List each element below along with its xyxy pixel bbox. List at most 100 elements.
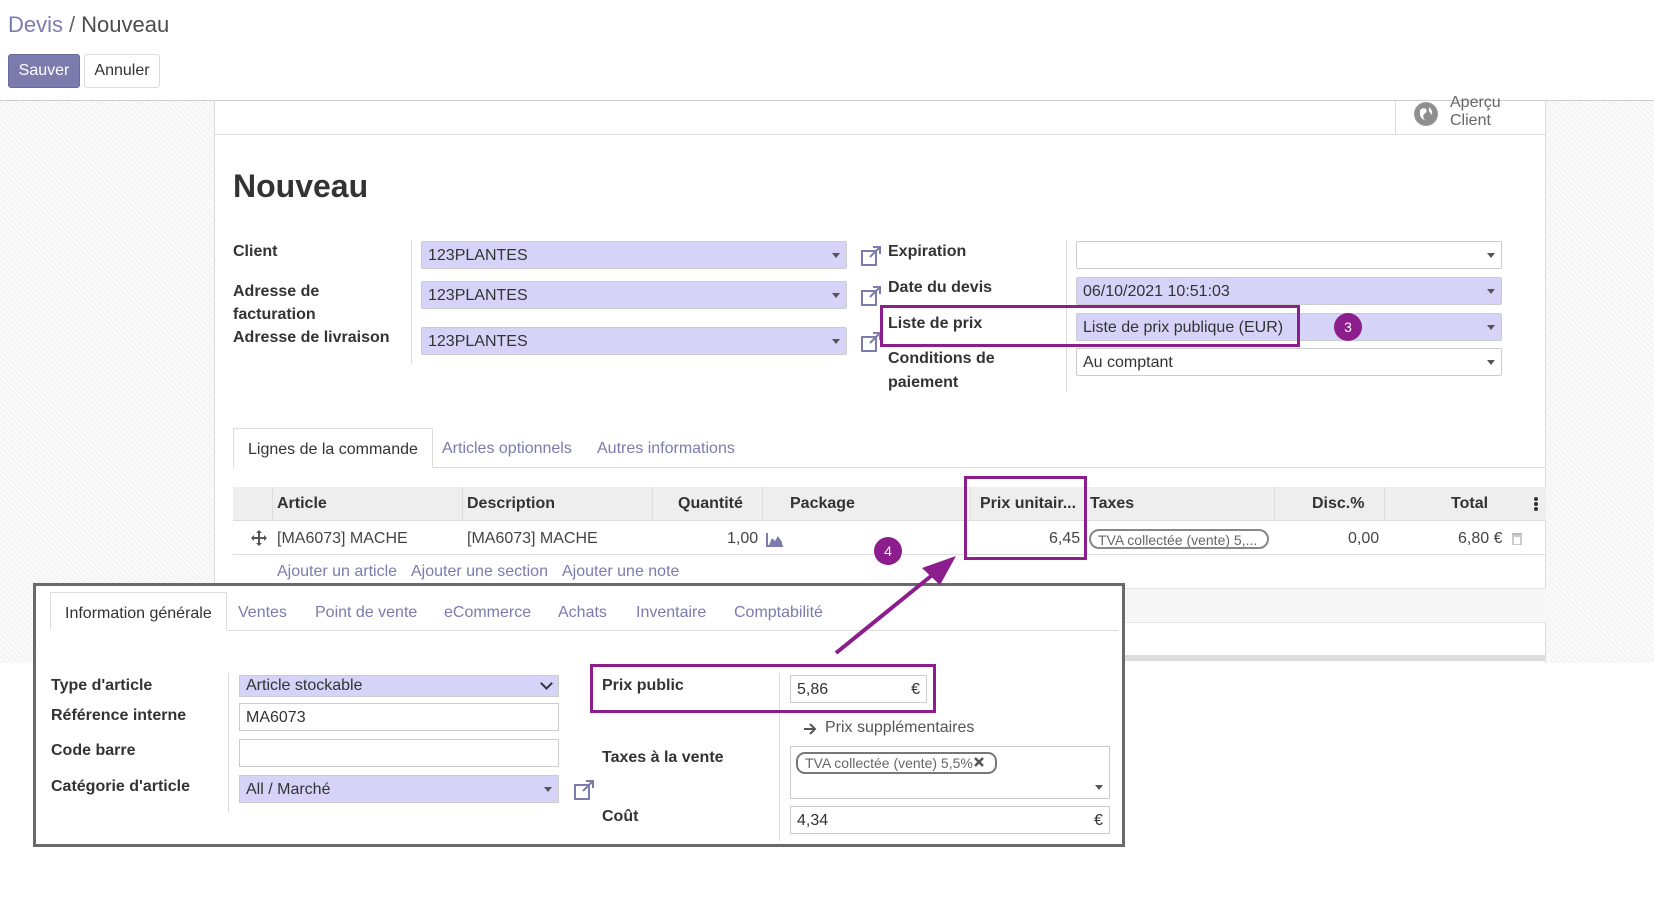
button-box [214, 101, 1546, 135]
tab-sales[interactable]: Ventes [238, 604, 287, 622]
caret-down-icon [832, 339, 840, 344]
sheet-scroll-track [1125, 655, 1546, 661]
caret-down-icon [1487, 289, 1495, 294]
product-type-value: Article stockable [246, 677, 363, 694]
column-separator [762, 487, 763, 521]
left-group-separator [411, 240, 412, 364]
sale-taxes-field[interactable]: TVA collectée (vente) 5,5% [790, 746, 1110, 799]
customer-preview-label: Aperçu Client [1450, 94, 1530, 130]
arrow-right-icon [804, 723, 817, 735]
payment-terms-value: Au comptant [1083, 354, 1173, 371]
drag-handle-icon[interactable] [251, 530, 267, 546]
forecast-graph-icon[interactable] [766, 533, 784, 547]
quotation-date-label: Date du devis [888, 279, 993, 296]
table-footer [1125, 588, 1546, 623]
tab-point-of-sale[interactable]: Point de vente [315, 604, 417, 622]
line-article[interactable]: [MA6073] MACHE [277, 530, 408, 548]
globe-icon [1414, 102, 1438, 126]
caret-down-icon [832, 253, 840, 258]
currency-symbol: € [1094, 812, 1103, 829]
tab-accounting[interactable]: Comptabilité [734, 604, 823, 622]
extra-prices-link[interactable]: Prix supplémentaires [825, 719, 974, 737]
external-link-icon[interactable] [860, 331, 882, 353]
billing-address-label-line2: facturation [233, 306, 316, 323]
add-section-link[interactable]: Ajouter une section [411, 563, 548, 581]
internal-reference-label: Référence interne [51, 707, 187, 724]
shipping-address-value: 123PLANTES [428, 333, 528, 350]
caret-down-icon [1487, 325, 1495, 330]
caret-down-icon [544, 787, 552, 792]
tab-order-lines[interactable]: Lignes de la commande [233, 428, 433, 468]
record-title: Nouveau [233, 168, 369, 204]
cost-label: Coût [602, 808, 639, 825]
payment-terms-label-line1: Conditions de [888, 350, 995, 367]
trash-icon[interactable] [1511, 531, 1523, 545]
external-link-icon[interactable] [860, 285, 882, 307]
form-background-right [1546, 101, 1654, 663]
cost-input[interactable]: 4,34 € [790, 806, 1110, 834]
line-description[interactable]: [MA6073] MACHE [467, 530, 598, 548]
payment-terms-field[interactable]: Au comptant [1076, 348, 1502, 376]
caret-down-icon [1487, 253, 1495, 258]
tab-ecommerce[interactable]: eCommerce [444, 604, 531, 622]
sale-tax-tag: TVA collectée (vente) 5,5% [796, 752, 997, 774]
column-header-taxes[interactable]: Taxes [1090, 495, 1134, 513]
tab-general-information[interactable]: Information générale [50, 592, 227, 631]
sale-taxes-label: Taxes à la vente [602, 749, 724, 766]
column-header-package[interactable]: Package [790, 495, 855, 513]
remove-tag-icon[interactable] [974, 757, 984, 767]
billing-address-field[interactable]: 123PLANTES [421, 281, 847, 309]
tab-optional-products[interactable]: Articles optionnels [442, 440, 572, 458]
billing-address-value: 123PLANTES [428, 287, 528, 304]
product-category-field[interactable]: All / Marché [239, 775, 559, 803]
product-type-select[interactable]: Article stockable [239, 675, 559, 697]
add-product-link[interactable]: Ajouter un article [277, 563, 397, 581]
tab-purchase[interactable]: Achats [558, 604, 607, 622]
expiration-field[interactable] [1076, 241, 1502, 269]
barcode-label: Code barre [51, 742, 136, 759]
tab-other-info[interactable]: Autres informations [597, 440, 735, 458]
caret-down-icon [832, 293, 840, 298]
optional-columns-icon[interactable] [1533, 496, 1539, 512]
barcode-input[interactable] [239, 739, 559, 767]
shipping-address-field[interactable]: 123PLANTES [421, 327, 847, 355]
breadcrumb-parent-link[interactable]: Devis [8, 12, 63, 37]
column-header-description[interactable]: Description [467, 495, 555, 513]
inset-left-separator [228, 673, 229, 813]
line-discount[interactable]: 0,00 [1348, 530, 1379, 548]
form-background-left [0, 101, 214, 663]
annotation-badge-4: 4 [874, 537, 902, 565]
breadcrumb: Devis / Nouveau [8, 12, 169, 38]
expiration-label: Expiration [888, 243, 967, 260]
line-tax-tag[interactable]: TVA collectée (vente) 5,... [1089, 529, 1269, 549]
external-link-icon[interactable] [860, 245, 882, 267]
caret-down-icon [1487, 360, 1495, 365]
payment-terms-label-line2: paiement [888, 374, 959, 391]
product-type-label: Type d'article [51, 677, 153, 694]
sale-tax-tag-label: TVA collectée (vente) 5,5% [805, 755, 973, 771]
column-header-quantity[interactable]: Quantité [678, 495, 743, 513]
column-header-discount[interactable]: Disc.% [1312, 495, 1364, 513]
customer-preview-line1: Aperçu [1450, 94, 1501, 111]
column-separator [652, 487, 653, 521]
cost-value: 4,34 [797, 812, 829, 829]
product-category-label: Catégorie d'article [51, 778, 190, 795]
quotation-date-value: 06/10/2021 10:51:03 [1083, 283, 1230, 300]
breadcrumb-separator: / [69, 12, 76, 37]
cancel-button[interactable]: Annuler [84, 54, 160, 88]
internal-reference-input[interactable]: MA6073 [239, 703, 559, 731]
external-link-icon[interactable] [573, 779, 595, 801]
line-quantity[interactable]: 1,00 [727, 530, 758, 548]
column-header-total[interactable]: Total [1451, 495, 1488, 513]
line-total: 6,80 € [1458, 530, 1503, 547]
client-field[interactable]: 123PLANTES [421, 241, 847, 269]
column-header-article[interactable]: Article [277, 495, 327, 513]
breadcrumb-current: Nouveau [81, 12, 170, 37]
chevron-down-icon [540, 677, 553, 690]
save-button[interactable]: Sauver [8, 54, 80, 88]
add-note-link[interactable]: Ajouter une note [562, 563, 679, 581]
tab-inventory[interactable]: Inventaire [636, 604, 706, 622]
quotation-date-field[interactable]: 06/10/2021 10:51:03 [1076, 277, 1502, 305]
client-value: 123PLANTES [428, 247, 528, 264]
internal-reference-value: MA6073 [246, 709, 306, 726]
